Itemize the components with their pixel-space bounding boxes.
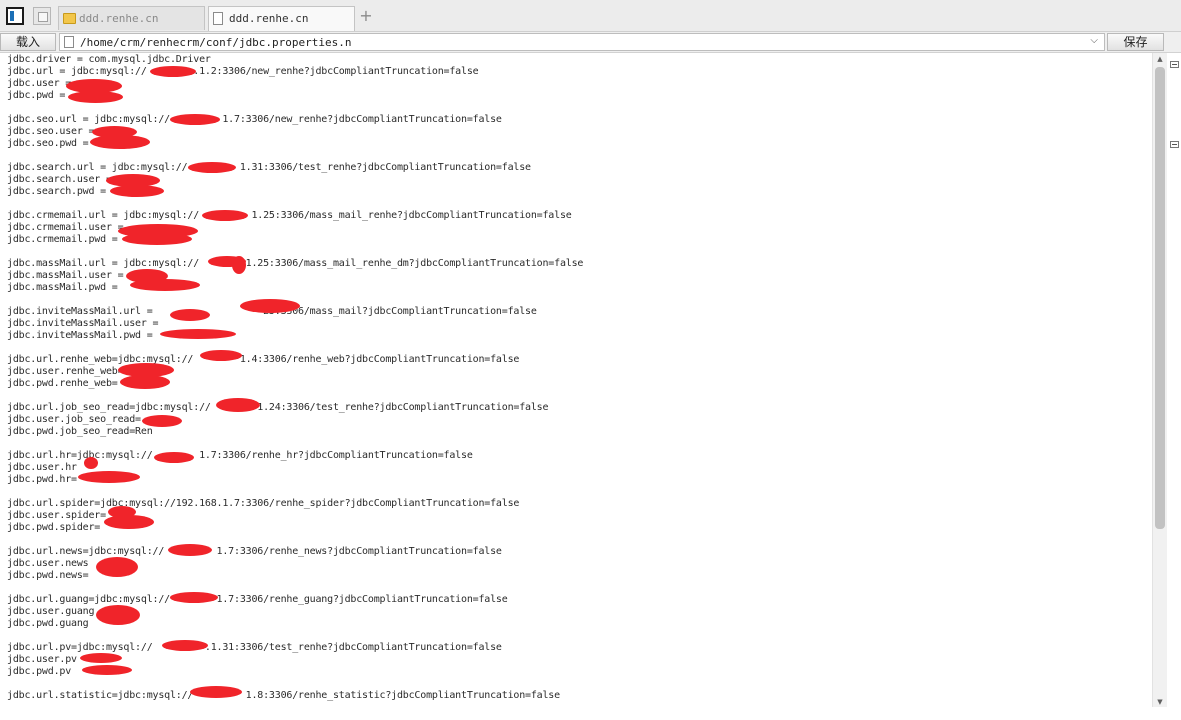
code-line: jdbc.pwd.renhe_web= (7, 378, 118, 389)
redaction-mark (122, 233, 192, 245)
code-line: jdbc.url.spider=jdbc:mysql://192.168.1.7… (7, 498, 520, 509)
redaction-mark (96, 557, 138, 577)
chevron-down-icon[interactable]: ⌵ (1090, 35, 1098, 46)
path-input[interactable] (80, 34, 1080, 50)
code-line: jdbc.pwd.job_seo_read=Ren (7, 426, 153, 437)
collapse-icon[interactable] (1170, 61, 1179, 68)
redaction-mark (154, 452, 194, 463)
code-line: jdbc.url.renhe_web=jdbc:mysql:// 1.4:330… (7, 354, 520, 365)
code-line: jdbc.user.spider= (7, 510, 106, 521)
code-line: jdbc.pwd.news= (7, 570, 89, 581)
code-line: jdbc.massMail.pwd = (7, 282, 118, 293)
redaction-mark (130, 279, 200, 291)
path-bar: 载入 ⌵ 保存 (0, 32, 1181, 53)
redaction-mark (162, 640, 208, 651)
code-line: jdbc.seo.url = jdbc:mysql:// 1.7:3306/ne… (7, 114, 502, 125)
scrollbar-thumb[interactable] (1155, 67, 1165, 529)
code-line: jdbc.driver = com.mysql.jdbc.Driver (7, 54, 211, 65)
redaction-mark (78, 471, 140, 483)
redaction-mark (200, 350, 242, 361)
sidebar-panel-icon[interactable] (6, 7, 24, 25)
scroll-down-icon[interactable]: ▼ (1153, 697, 1167, 707)
code-line: jdbc.inviteMassMail.user = (7, 318, 159, 329)
redaction-mark (142, 415, 182, 427)
redaction-mark (96, 605, 140, 625)
save-button[interactable]: 保存 (1107, 33, 1164, 51)
redaction-mark (240, 299, 300, 313)
code-line: jdbc.user.renhe_web= (7, 366, 124, 377)
path-field[interactable]: ⌵ (59, 33, 1105, 51)
redaction-mark (90, 135, 150, 149)
editor-lines: jdbc.driver = com.mysql.jdbc.Driver jdbc.… (7, 54, 583, 702)
code-line: jdbc.search.url = jdbc:mysql:// 1.31:330… (7, 162, 531, 173)
add-tab-button[interactable]: + (358, 8, 374, 24)
new-window-icon[interactable] (33, 7, 51, 25)
code-line: jdbc.massMail.url = jdbc:mysql:// 1.25:3… (7, 258, 584, 269)
redaction-mark (170, 592, 218, 603)
code-line: jdbc.url.statistic=jdbc:mysql:// 1.8:330… (7, 690, 560, 701)
code-line: jdbc.search.pwd = (7, 186, 106, 197)
redaction-mark (68, 91, 123, 103)
redaction-mark (168, 544, 212, 556)
redaction-mark (82, 665, 132, 675)
folder-icon (63, 13, 76, 24)
redaction-mark (84, 457, 98, 469)
redaction-mark (80, 653, 122, 663)
redaction-mark (170, 114, 220, 125)
redaction-mark (170, 309, 210, 321)
code-line: jdbc.massMail.user = (7, 270, 124, 281)
redaction-mark (120, 375, 170, 389)
collapse-icon[interactable] (1170, 141, 1179, 148)
code-line: jdbc.url.pv=jdbc:mysql:// .1.31:3306/tes… (7, 642, 502, 653)
code-line: jdbc.url.news=jdbc:mysql:// 1.7:3306/ren… (7, 546, 502, 557)
redaction-mark (190, 686, 242, 698)
code-line: jdbc.url.guang=jdbc:mysql:// 1.7:3306/re… (7, 594, 508, 605)
code-line: jdbc.user.news (7, 558, 89, 569)
redaction-mark (202, 210, 248, 221)
document-icon (213, 12, 223, 25)
tab-folder[interactable]: ddd.renhe.cn (58, 6, 205, 30)
code-line: jdbc.pwd.spider= (7, 522, 101, 533)
code-line: jdbc.url.job_seo_read=jdbc:mysql:// 1.24… (7, 402, 549, 413)
text-editor[interactable]: jdbc.driver = com.mysql.jdbc.Driver jdbc.… (0, 53, 1152, 720)
redaction-mark (110, 185, 164, 197)
tab-bar: ddd.renhe.cn ddd.renhe.cn + (0, 0, 1181, 32)
tab-document[interactable]: ddd.renhe.cn (208, 6, 355, 31)
scroll-up-icon[interactable]: ▲ (1153, 54, 1167, 64)
redaction-mark (104, 515, 154, 529)
code-line: jdbc.user.job_seo_read= (7, 414, 141, 425)
fold-gutter (1167, 53, 1181, 720)
redaction-mark (188, 162, 236, 173)
vertical-scrollbar[interactable]: ▲ ▼ (1152, 53, 1167, 707)
code-line: jdbc.search.user = (7, 174, 112, 185)
redaction-mark (216, 398, 260, 412)
code-line: jdbc.inviteMassMail.pwd = (7, 330, 153, 341)
code-line: jdbc.crmemail.pwd = (7, 234, 118, 245)
redaction-mark (150, 66, 196, 77)
tab-label: ddd.renhe.cn (229, 12, 309, 25)
tab-label: ddd.renhe.cn (79, 12, 159, 25)
code-line: jdbc.crmemail.url = jdbc:mysql:// 1.25:3… (7, 210, 572, 221)
file-icon (64, 36, 74, 48)
code-line: jdbc.crmemail.user = (7, 222, 124, 233)
redaction-mark (160, 329, 236, 339)
code-line: jdbc.pwd.guang (7, 618, 89, 629)
code-line: jdbc.url = jdbc:mysql:// .1.2:3306/new_r… (7, 66, 479, 77)
code-line: jdbc.user.guang (7, 606, 95, 617)
redaction-mark (232, 256, 246, 274)
load-button[interactable]: 载入 (0, 33, 56, 51)
